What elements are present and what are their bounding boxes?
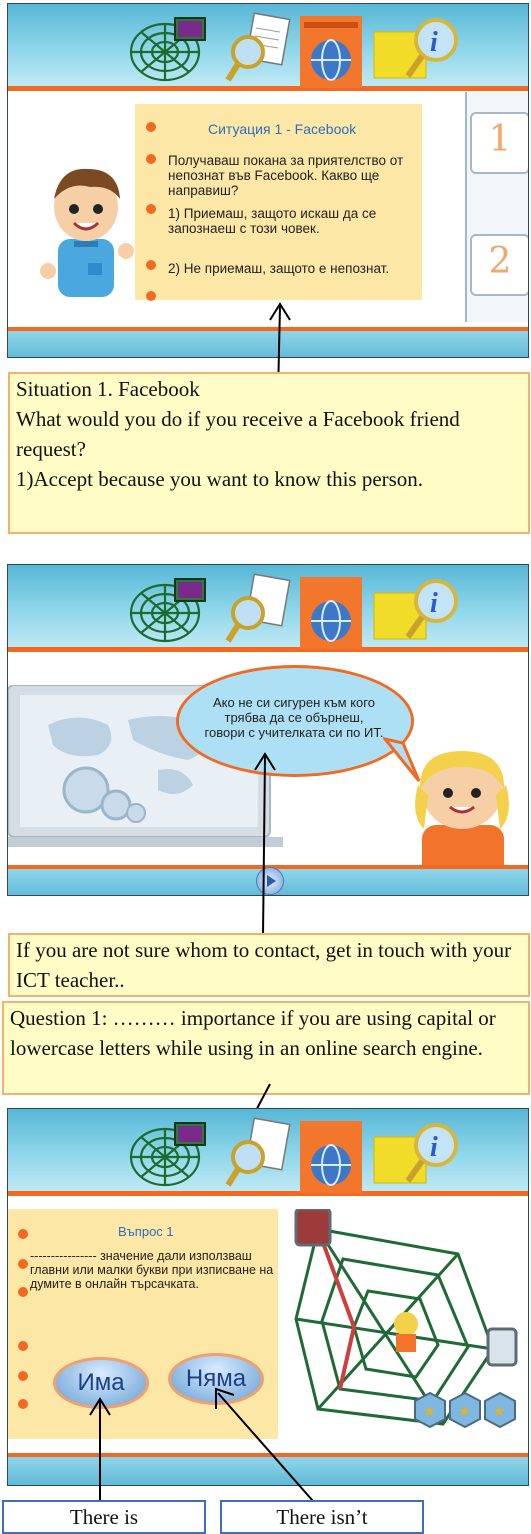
caption-situation: Situation 1. Facebook What would you do … [8, 372, 530, 534]
svg-text:i: i [430, 1132, 438, 1163]
answer-there-isnt: There isn’t [220, 1500, 424, 1534]
search-docs-icon[interactable] [224, 1117, 294, 1191]
card-bullet [18, 1287, 28, 1297]
answer-there-is: There is [2, 1500, 206, 1534]
caption-advice: If you are not sure whom to contact, get… [8, 933, 530, 997]
situation-title: Ситуация 1 - Facebook [208, 121, 357, 137]
globe-book-icon[interactable] [298, 573, 366, 649]
caption-situation-option: 1)Accept because you want to know this p… [16, 467, 424, 491]
card-bullet [18, 1399, 28, 1409]
svg-text:i: i [430, 588, 438, 619]
side-button-2-number: 2 [488, 241, 512, 282]
boy-character [40, 168, 134, 297]
card-bullet [18, 1341, 28, 1351]
globe-book-icon[interactable] [298, 12, 366, 88]
web-icon[interactable] [123, 575, 218, 645]
side-button-1[interactable]: 1 [470, 112, 528, 174]
search-docs-icon[interactable] [224, 573, 294, 647]
web-icon[interactable] [123, 14, 218, 84]
option-accept[interactable]: 1) Приемаш, защото искаш да се запознаеш… [168, 206, 413, 236]
question-title: Въпрос 1 [118, 1224, 174, 1239]
globe-book-icon[interactable] [298, 1117, 366, 1193]
pointer-arrow [215, 1387, 321, 1510]
caption-situation-question: What would you do if you receive a Faceb… [16, 407, 460, 461]
svg-text:★: ★ [423, 1404, 436, 1420]
svg-text:★: ★ [493, 1404, 506, 1420]
orange-divider [8, 647, 528, 652]
info-folder-icon[interactable]: i [370, 14, 470, 86]
card-bullet [18, 1371, 28, 1381]
info-folder-icon[interactable]: i [370, 1119, 470, 1191]
card-bullet [18, 1229, 28, 1239]
side-button-2[interactable]: 2 [470, 234, 528, 296]
info-folder-icon[interactable]: i [370, 575, 470, 647]
card-bullet [18, 1259, 28, 1269]
star-badge-icon: ★ [484, 1391, 516, 1429]
svg-text:★: ★ [458, 1404, 471, 1420]
caption-situation-title: Situation 1. Facebook [16, 377, 200, 401]
orange-divider [8, 1191, 528, 1196]
pointer-arrow [254, 752, 276, 937]
situation-question: Получаваш покана за приятелство от непоз… [168, 153, 404, 198]
question-text: ---------------- значение дали използваш… [30, 1249, 274, 1291]
star-badge-icon: ★ [449, 1391, 481, 1429]
card-bullet [146, 122, 156, 132]
web-icon[interactable] [123, 1119, 218, 1189]
orange-divider [8, 86, 528, 91]
speech-bubble-text: Ако не си сигурен към кого трябва да се … [204, 695, 384, 740]
side-button-1-number: 1 [488, 119, 512, 160]
svg-text:i: i [430, 27, 438, 58]
option-decline[interactable]: 2) Не приемаш, защото е непознат. [168, 261, 413, 276]
girl-character [415, 751, 509, 883]
pointer-arrow [89, 1397, 111, 1505]
search-docs-icon[interactable] [224, 12, 294, 86]
star-badge-icon: ★ [414, 1391, 446, 1429]
